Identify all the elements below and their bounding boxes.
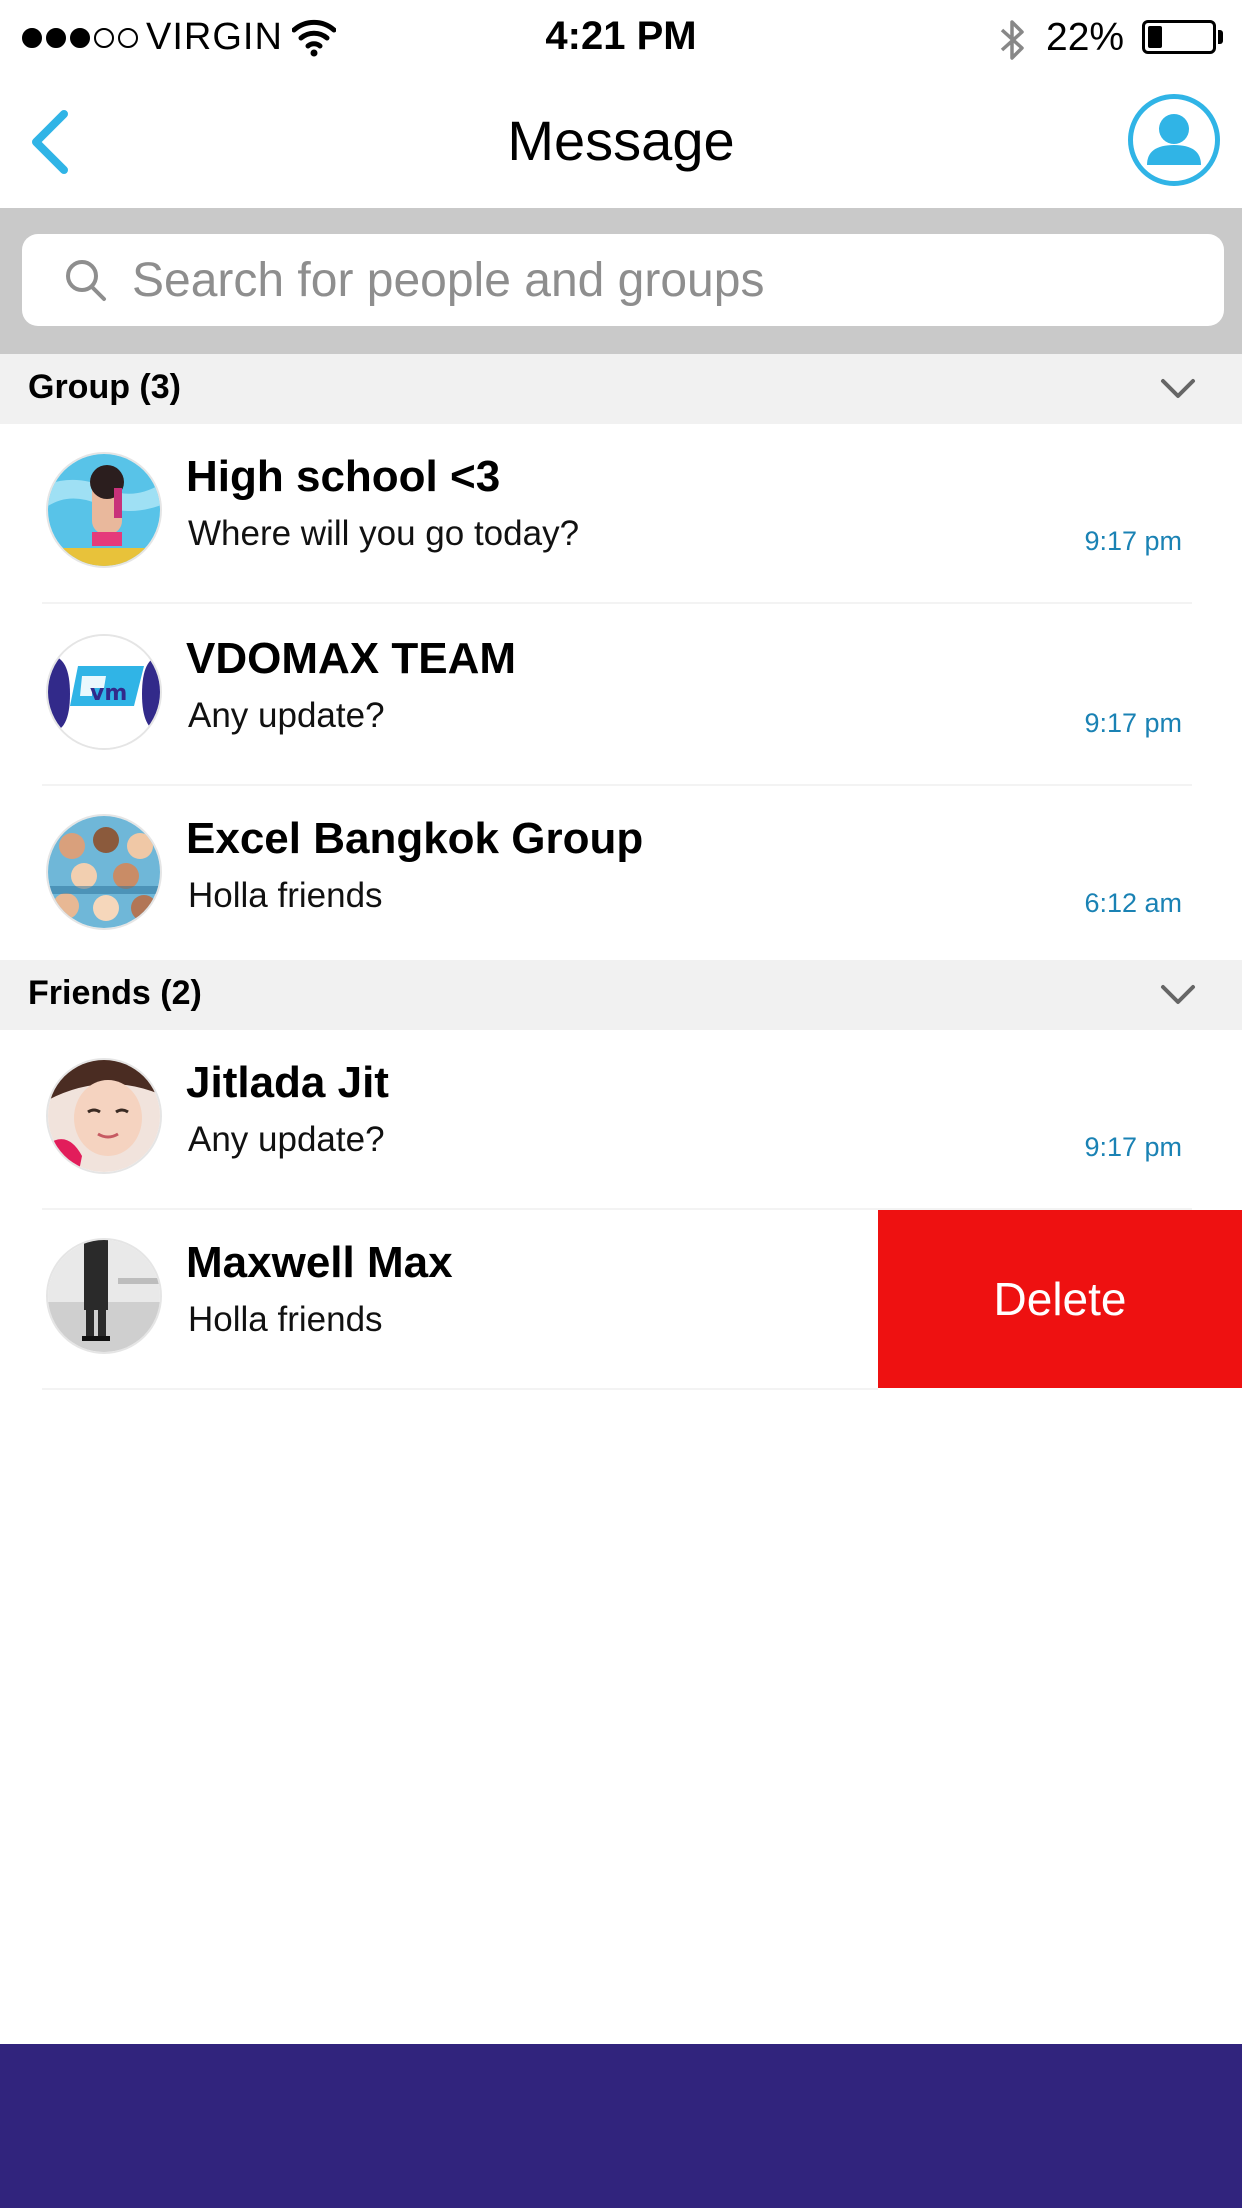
svg-text:vm: vm — [90, 681, 127, 706]
status-bar: VIRGIN 4:21 PM 22% — [0, 0, 1242, 78]
conversation-last-message: Holla friends — [188, 876, 383, 915]
section-header-group[interactable]: Group (3) — [0, 354, 1242, 424]
search-input[interactable] — [132, 248, 1192, 312]
row-divider — [42, 602, 1192, 604]
conversation-row[interactable]: High school <3 Where will you go today? … — [0, 424, 1242, 604]
user-icon — [1147, 114, 1201, 165]
battery-icon — [1142, 20, 1216, 54]
section-title: Friends (2) — [28, 974, 202, 1012]
conversation-last-message: Holla friends — [188, 1300, 383, 1339]
conversation-time: 9:17 pm — [1084, 708, 1182, 738]
conversation-name: Jitlada Jit — [186, 1058, 389, 1107]
conversation-name: Excel Bangkok Group — [186, 814, 644, 863]
search-box[interactable] — [22, 234, 1224, 326]
conversation-row-swiped[interactable]: Maxwell Max Holla friends Delete — [0, 1210, 1242, 1390]
conversation-time: 9:17 pm — [1084, 526, 1182, 556]
nav-bar: Message — [0, 78, 1242, 208]
row-divider — [42, 1388, 878, 1390]
conversation-name: VDOMAX TEAM — [186, 634, 516, 683]
user-avatar — [46, 1058, 162, 1174]
user-avatar — [46, 1238, 162, 1354]
search-icon — [66, 260, 106, 301]
conversation-time: 9:17 pm — [1084, 1132, 1182, 1162]
group-avatar — [46, 814, 162, 930]
conversation-last-message: Any update? — [188, 1120, 385, 1159]
search-bar — [0, 208, 1242, 354]
chevron-down-icon — [1161, 379, 1195, 398]
battery-percentage: 22% — [1046, 16, 1125, 59]
conversation-row[interactable]: Excel Bangkok Group Holla friends 6:12 a… — [0, 786, 1242, 966]
chevron-down-icon — [1161, 985, 1195, 1004]
section-title: Group (3) — [28, 368, 181, 406]
battery-tip — [1218, 30, 1223, 44]
conversation-row[interactable]: Jitlada Jit Any update? 9:17 pm — [0, 1030, 1242, 1210]
group-avatar — [46, 452, 162, 568]
conversation-last-message: Any update? — [188, 696, 385, 735]
profile-button[interactable] — [1128, 94, 1220, 186]
bottom-bar — [0, 2044, 1242, 2208]
delete-button[interactable]: Delete — [878, 1210, 1242, 1388]
page-title: Message — [507, 109, 735, 172]
conversation-row[interactable]: vm VDOMAX TEAM Any update? 9:17 pm — [0, 606, 1242, 786]
conversation-time: 6:12 am — [1084, 888, 1182, 918]
conversation-last-message: Where will you go today? — [188, 514, 580, 553]
section-header-friends[interactable]: Friends (2) — [0, 960, 1242, 1030]
vdomax-logo-avatar: vm — [46, 634, 162, 750]
bluetooth-icon — [994, 16, 1030, 69]
conversation-name: High school <3 — [186, 452, 501, 501]
conversation-name: Maxwell Max — [186, 1238, 453, 1287]
